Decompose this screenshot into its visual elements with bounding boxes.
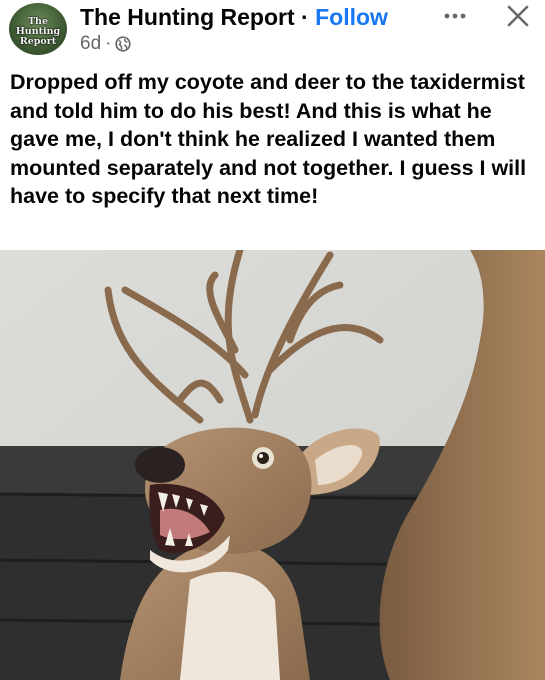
post-header: The Hunting Report The Hunting Report · F… <box>0 0 545 62</box>
page-name-link[interactable]: The Hunting Report <box>80 4 295 30</box>
follow-button[interactable]: Follow <box>315 4 388 30</box>
meta-separator: · <box>105 33 112 54</box>
photo-illustration <box>0 250 545 680</box>
post-meta: 6d · <box>80 33 132 55</box>
globe-icon <box>115 36 132 52</box>
post-photo[interactable] <box>0 250 545 680</box>
name-separator: · <box>301 4 309 30</box>
post-body-text: Dropped off my coyote and deer to the ta… <box>10 70 527 208</box>
page-name-row: The Hunting Report · Follow <box>80 4 388 31</box>
more-horizontal-icon[interactable] <box>442 10 468 22</box>
page-avatar[interactable]: The Hunting Report <box>9 3 67 55</box>
close-icon[interactable] <box>506 4 530 28</box>
post-timestamp[interactable]: 6d <box>80 33 101 55</box>
avatar-logo-text: The Hunting Report <box>15 16 61 47</box>
